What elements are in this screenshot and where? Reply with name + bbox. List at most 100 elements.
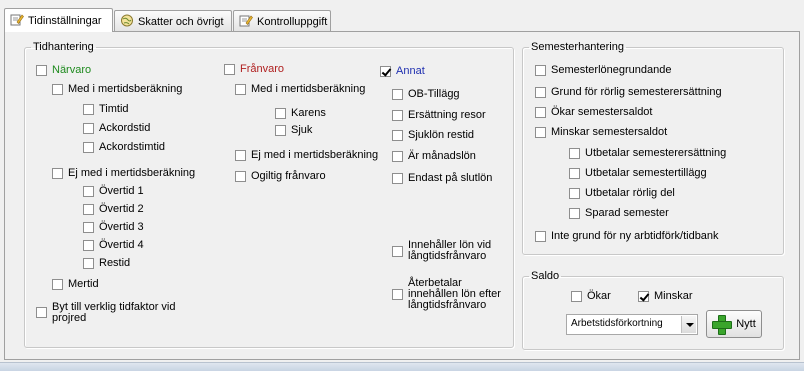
saldo-type-select[interactable]: Arbetstidsförkortning bbox=[566, 314, 698, 335]
narvaro-ej-med-mertid-checkbox[interactable]: Ej med i mertidsberäkning bbox=[52, 167, 195, 180]
overtid1-checkbox[interactable]: Övertid 1 bbox=[83, 185, 144, 198]
checkbox[interactable] bbox=[535, 127, 546, 138]
checkbox[interactable] bbox=[52, 279, 63, 290]
checkbox[interactable] bbox=[83, 123, 94, 134]
nytt-button[interactable]: Nytt bbox=[706, 310, 762, 338]
checkbox[interactable] bbox=[392, 110, 403, 121]
innehaller-lon-checkbox[interactable]: Innehåller lön vid långtidsfrånvaro bbox=[392, 240, 504, 262]
narvaro-checkbox[interactable]: Närvaro bbox=[36, 64, 91, 77]
checkbox[interactable] bbox=[235, 171, 246, 182]
mertid-checkbox[interactable]: Mertid bbox=[52, 278, 99, 291]
checkbox[interactable] bbox=[224, 64, 235, 75]
checkbox[interactable] bbox=[52, 168, 63, 179]
saldo-minskar-checkbox[interactable]: Minskar bbox=[638, 290, 693, 303]
ob-tillagg-checkbox[interactable]: OB-Tillägg bbox=[392, 88, 460, 101]
checkbox[interactable] bbox=[380, 66, 391, 77]
checkbox[interactable] bbox=[392, 289, 403, 300]
checkbox[interactable] bbox=[83, 186, 94, 197]
tab-label: Tidinställningar bbox=[28, 15, 102, 27]
franvaro-ej-med-mertid-checkbox[interactable]: Ej med i mertidsberäkning bbox=[235, 149, 378, 162]
utbetalar-semesterersattning-checkbox[interactable]: Utbetalar semesterersättning bbox=[569, 147, 726, 160]
tab-skatter[interactable]: Skatter och övrigt bbox=[114, 10, 232, 31]
ar-manadslon-checkbox[interactable]: Är månadslön bbox=[392, 150, 476, 163]
okar-semestersaldot-checkbox[interactable]: Ökar semestersaldot bbox=[535, 106, 652, 119]
checkbox-label: Karens bbox=[291, 107, 326, 119]
checkbox[interactable] bbox=[535, 65, 546, 76]
checkbox-label: Med i mertidsberäkning bbox=[68, 83, 183, 95]
ackordstimtid-checkbox[interactable]: Ackordstimtid bbox=[83, 141, 165, 154]
checkbox[interactable] bbox=[36, 65, 47, 76]
checkbox[interactable] bbox=[535, 107, 546, 118]
checkbox[interactable] bbox=[275, 108, 286, 119]
checkbox-label: Minskar bbox=[654, 290, 693, 302]
checkbox-label: Timtid bbox=[99, 103, 129, 115]
checkbox-label: Semesterlönegrundande bbox=[551, 64, 672, 76]
byt-tidfaktor-checkbox[interactable]: Byt till verklig tidfaktor vid projred bbox=[36, 302, 196, 324]
checkbox-label: Är månadslön bbox=[408, 150, 476, 162]
inte-grund-arbtidfork-checkbox[interactable]: Inte grund för ny arbtidförk/tidbank bbox=[535, 230, 719, 243]
checkbox[interactable] bbox=[535, 231, 546, 242]
sjuklon-restid-checkbox[interactable]: Sjuklön restid bbox=[392, 129, 474, 142]
endast-slutlon-checkbox[interactable]: Endast på slutlön bbox=[392, 172, 492, 185]
checkbox[interactable] bbox=[235, 84, 246, 95]
checkbox[interactable] bbox=[83, 240, 94, 251]
checkbox[interactable] bbox=[392, 246, 403, 257]
checkbox[interactable] bbox=[392, 130, 403, 141]
overtid4-checkbox[interactable]: Övertid 4 bbox=[83, 239, 144, 252]
checkbox[interactable] bbox=[392, 151, 403, 162]
edit-icon bbox=[239, 14, 253, 27]
minskar-semestersaldot-checkbox[interactable]: Minskar semestersaldot bbox=[535, 126, 667, 139]
restid-checkbox[interactable]: Restid bbox=[83, 257, 130, 270]
checkbox[interactable] bbox=[535, 87, 546, 98]
chevron-down-icon[interactable] bbox=[681, 316, 696, 333]
overtid3-checkbox[interactable]: Övertid 3 bbox=[83, 221, 144, 234]
checkbox[interactable] bbox=[36, 307, 47, 318]
karens-checkbox[interactable]: Karens bbox=[275, 107, 326, 120]
checkbox[interactable] bbox=[569, 208, 580, 219]
checkbox[interactable] bbox=[83, 104, 94, 115]
checkbox-label: Ackordstimtid bbox=[99, 141, 166, 153]
checkbox[interactable] bbox=[569, 168, 580, 179]
checkbox-label: Mertid bbox=[68, 278, 99, 290]
saldo-okar-checkbox[interactable]: Ökar bbox=[571, 290, 611, 303]
timtid-checkbox[interactable]: Timtid bbox=[83, 103, 129, 116]
checkbox[interactable] bbox=[83, 222, 94, 233]
utbetalar-semestertillagg-checkbox[interactable]: Utbetalar semestertillägg bbox=[569, 167, 707, 180]
bottom-border bbox=[0, 362, 804, 371]
checkbox[interactable] bbox=[392, 89, 403, 100]
checkbox[interactable] bbox=[83, 204, 94, 215]
grund-rorlig-checkbox[interactable]: Grund för rörlig semesterersättning bbox=[535, 86, 722, 99]
checkbox[interactable] bbox=[235, 150, 246, 161]
ackordstid-checkbox[interactable]: Ackordstid bbox=[83, 122, 150, 135]
checkbox[interactable] bbox=[275, 125, 286, 136]
checkbox[interactable] bbox=[571, 291, 582, 302]
ogiltig-franvaro-checkbox[interactable]: Ogiltig frånvaro bbox=[235, 170, 326, 183]
checkbox-label: OB-Tillägg bbox=[408, 88, 460, 100]
checkbox[interactable] bbox=[638, 291, 649, 302]
aterbetalar-lon-checkbox[interactable]: Återbetalar innehållen lön efter långtid… bbox=[392, 278, 508, 311]
group-title: Semesterhantering bbox=[531, 41, 624, 53]
checkbox-label: Inte grund för ny arbtidförk/tidbank bbox=[551, 230, 719, 242]
semesterlonegrundande-checkbox[interactable]: Semesterlönegrundande bbox=[535, 64, 671, 77]
ersattning-resor-checkbox[interactable]: Ersättning resor bbox=[392, 109, 486, 122]
edit-icon bbox=[10, 13, 24, 26]
tab-tidinstallningar[interactable]: Tidinställningar bbox=[4, 8, 113, 32]
checkbox[interactable] bbox=[569, 148, 580, 159]
narvaro-med-mertid-checkbox[interactable]: Med i mertidsberäkning bbox=[52, 83, 182, 96]
checkbox[interactable] bbox=[569, 188, 580, 199]
checkbox[interactable] bbox=[52, 84, 63, 95]
sparad-semester-checkbox[interactable]: Sparad semester bbox=[569, 207, 669, 220]
franvaro-med-mertid-checkbox[interactable]: Med i mertidsberäkning bbox=[235, 83, 365, 96]
checkbox[interactable] bbox=[83, 258, 94, 269]
tab-kontrolluppgift[interactable]: Kontrolluppgift bbox=[233, 10, 331, 31]
plus-icon bbox=[712, 315, 733, 335]
overtid2-checkbox[interactable]: Övertid 2 bbox=[83, 203, 144, 216]
checkbox[interactable] bbox=[392, 173, 403, 184]
franvaro-checkbox[interactable]: Frånvaro bbox=[224, 63, 284, 76]
checkbox[interactable] bbox=[83, 142, 94, 153]
utbetalar-rorlig-del-checkbox[interactable]: Utbetalar rörlig del bbox=[569, 187, 675, 200]
annat-checkbox[interactable]: Annat bbox=[380, 65, 425, 78]
checkbox-label: Sjuk bbox=[291, 124, 313, 136]
sjuk-checkbox[interactable]: Sjuk bbox=[275, 124, 312, 137]
select-value: Arbetstidsförkortning bbox=[571, 318, 663, 329]
